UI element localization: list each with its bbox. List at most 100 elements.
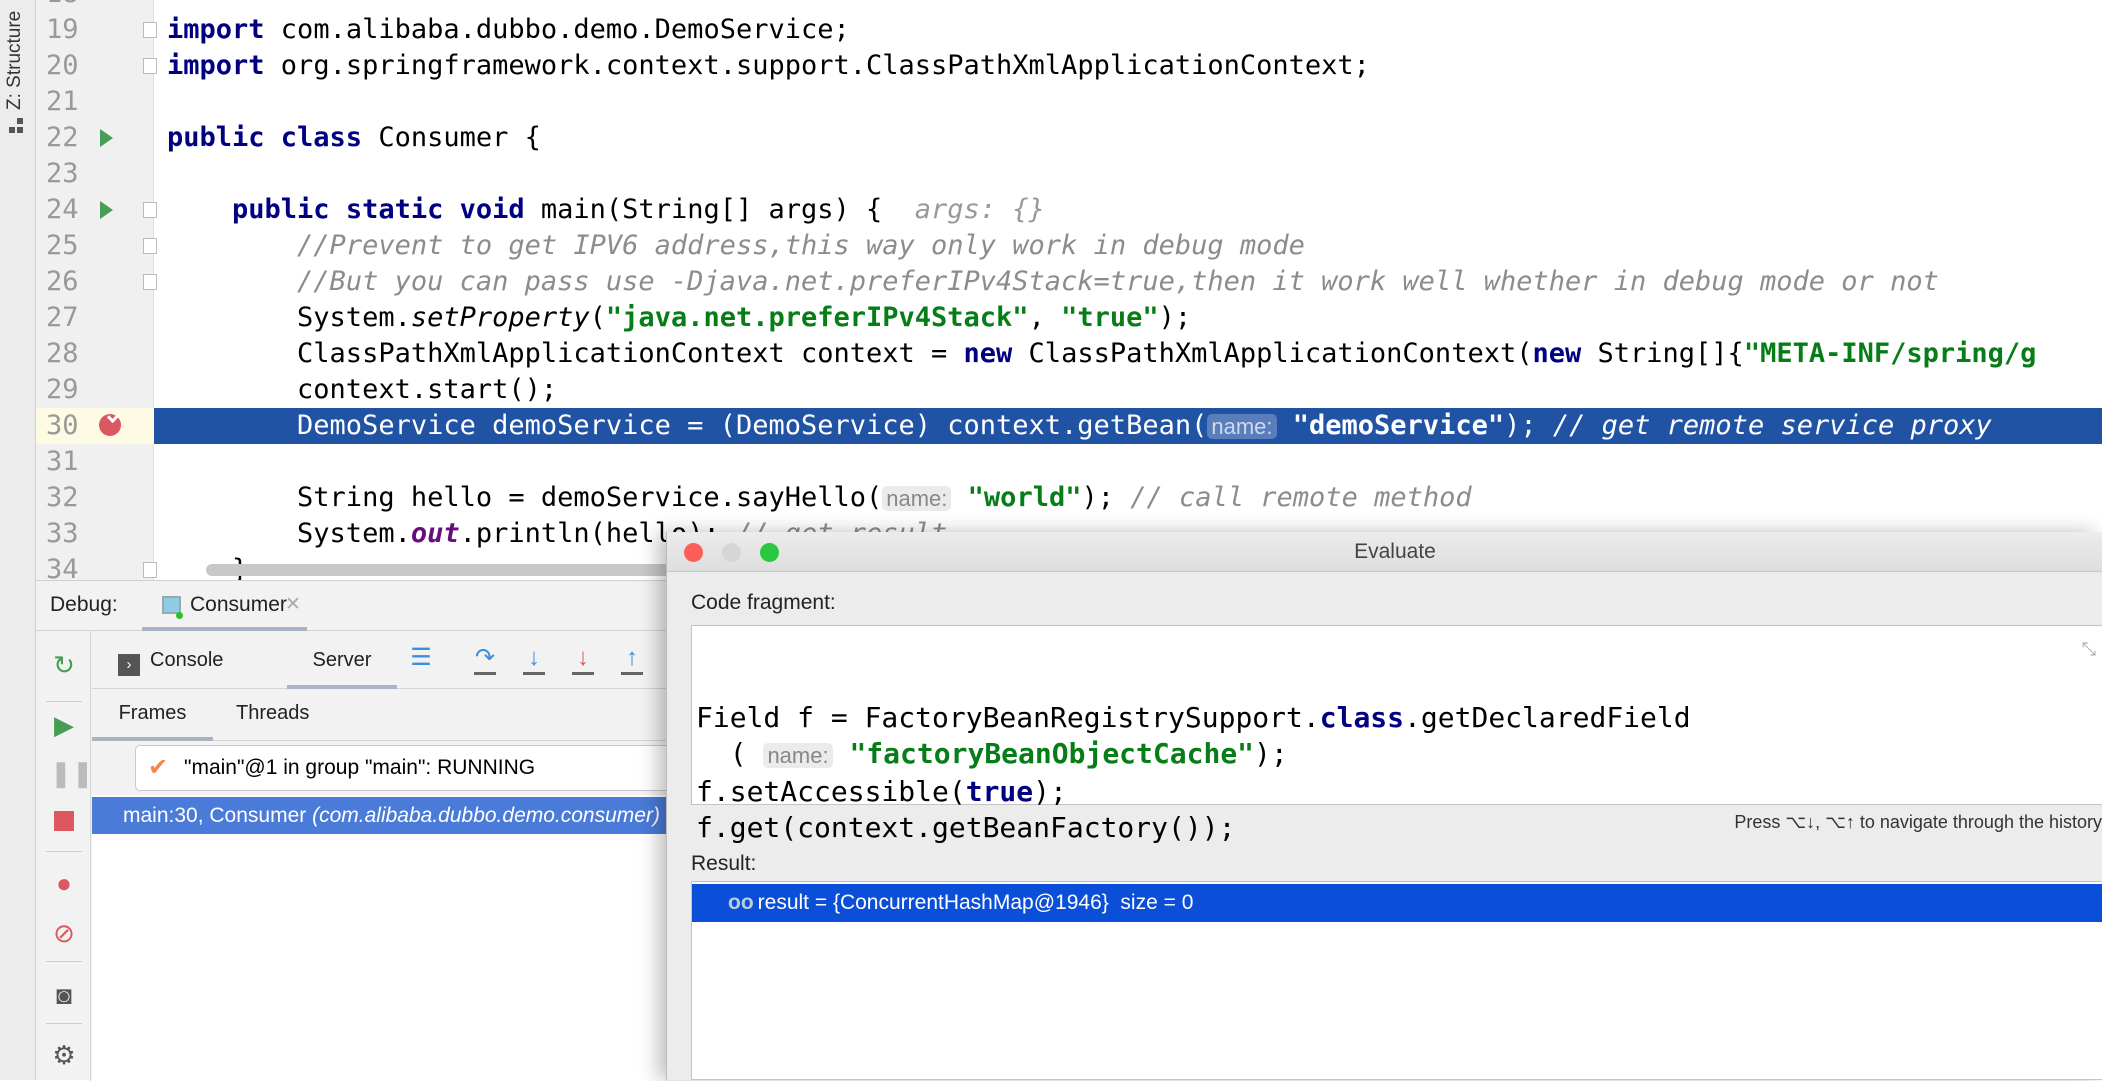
stop-icon[interactable] [50,807,78,835]
frame-package: (com.alibaba.dubbo.demo.consumer) [312,804,660,827]
structure-tool-tab[interactable]: Z: Structure [4,0,26,110]
gear-icon[interactable]: ⚙ [50,1041,78,1069]
fold-marker-icon[interactable] [143,21,157,38]
code-line[interactable]: 31 [36,444,2102,480]
line-number: 18 [46,0,96,12]
code-token: "META-INF/spring/g [1743,337,2037,369]
code-line[interactable]: 18 [36,0,2102,12]
line-number: 31 [46,445,79,477]
step-over-icon[interactable]: ↷ [472,645,498,675]
camera-icon[interactable]: ◙ [50,981,78,1009]
line-number: 22 [46,121,79,153]
line-number: 28 [46,337,79,369]
dialog-title-bar[interactable]: Evaluate [667,532,2102,572]
code-line[interactable]: 20 import org.springframework.context.sup… [36,48,2102,84]
view-breakpoints-icon[interactable]: ● [50,869,78,897]
code-line[interactable]: 23 [36,156,2102,192]
fold-marker-icon[interactable] [143,561,157,578]
breakpoint-icon[interactable] [99,413,121,436]
debug-side-toolbar: ↻ ▶ ❚❚ ● ⊘ ◙ ⚙ [36,631,94,1081]
code-token: true [965,775,1034,808]
code-token: new [1532,337,1582,369]
code-line[interactable]: 21 [36,84,2102,120]
code-token: out [410,517,460,549]
step-into-icon[interactable]: ↓ [521,645,547,675]
code-token: System. [167,517,411,549]
thread-selector-value: "main"@1 in group "main": RUNNING [184,756,536,779]
code-token: ( [696,737,764,770]
tab-frames[interactable]: Frames [92,689,213,741]
code-fragment-input[interactable]: Field f = FactoryBeanRegistrySupport.cla… [691,625,2102,844]
pause-icon[interactable]: ❚❚ [50,759,94,787]
result-label: Result: [691,852,757,875]
step-out-icon[interactable]: ↑ [619,645,645,675]
code-token: com.alibaba.dubbo.demo.DemoService; [264,13,850,45]
mute-breakpoints-icon[interactable]: ⊘ [50,919,78,947]
line-number: 27 [46,301,79,333]
dialog-title: Evaluate [1354,540,1436,563]
code-line[interactable]: 30 DemoService demoService = (DemoServic… [36,407,2102,445]
tab-consumer-session[interactable]: Consumer ✕ [142,581,307,631]
code-line[interactable]: 27 System.setProperty("java.net.preferIP… [36,300,2102,336]
code-token: // get remote service proxy [1552,409,1992,441]
thread-selector[interactable]: ✔ "main"@1 in group "main": RUNNING ▲▼ [135,745,700,791]
fold-marker-icon[interactable] [143,273,157,290]
code-text: context.start(); [167,372,557,408]
line-number: 34 [46,553,79,581]
code-editor[interactable]: 1819 import com.alibaba.dubbo.demo.DemoSe… [36,0,2102,580]
code-line[interactable]: 32 String hello = demoService.sayHello(n… [36,480,2102,516]
line-number: 30 [46,409,79,441]
code-fragment-line: ( name: "factoryBeanObjectCache"); [696,736,2102,774]
code-token: context.start(); [167,373,558,405]
run-gutter-icon[interactable] [100,128,113,147]
line-number: 24 [46,193,79,225]
code-text: ClassPathXmlApplicationContext context =… [167,336,2036,372]
resume-icon[interactable]: ▶ [50,711,78,739]
code-token: ); [1158,301,1192,333]
rerun-icon[interactable]: ↻ [50,651,78,679]
code-line[interactable]: 19 import com.alibaba.dubbo.demo.DemoServ… [36,12,2102,48]
line-number: 29 [46,373,79,405]
server-tab-label: Server [312,649,372,671]
layout-menu-icon[interactable]: ☰ [408,645,434,675]
force-step-into-icon[interactable]: ↓ [570,645,596,675]
result-row[interactable]: oo result = {ConcurrentHashMap@1946} size… [692,884,2102,922]
tab-threads[interactable]: Threads [236,689,309,741]
code-fragment-label: Code fragment: [691,591,836,614]
code-text: import com.alibaba.dubbo.demo.DemoServic… [167,12,850,48]
fold-marker-icon[interactable] [143,237,157,254]
code-token: String hello = demoService.sayHello( [167,481,883,513]
code-token: "demoService" [1292,409,1505,441]
line-number: 21 [46,85,79,117]
code-line[interactable]: 22 public class Consumer { [36,120,2102,156]
code-line[interactable]: 25 //Prevent to get IPV6 address,this wa… [36,228,2102,264]
collapse-icon[interactable]: ⤡ [2082,632,2096,668]
code-text: DemoService demoService = (DemoService) … [167,408,1992,445]
code-line[interactable]: 29 context.start(); [36,372,2102,408]
code-token: f.setAccessible( [696,775,966,808]
code-token: .getDeclaredField [1404,701,1691,734]
side-tool-strip: Z: Structure [0,0,36,1080]
horizontal-scrollbar[interactable] [206,564,726,576]
code-token: Field f = FactoryBeanRegistrySupport. [696,701,1320,734]
fold-marker-icon[interactable] [143,201,157,218]
fold-marker-icon[interactable] [143,57,157,74]
code-line[interactable]: 28 ClassPathXmlApplicationContext contex… [36,336,2102,372]
code-fragment-line: f.setAccessible(true); [696,774,2102,810]
debug-label: Debug: [50,593,118,616]
close-icon[interactable]: ✕ [285,593,301,616]
code-fragment-line: Field f = FactoryBeanRegistrySupport.cla… [696,700,2102,736]
separator [46,961,82,962]
code-line[interactable]: 26 //But you can pass use -Djava.net.pre… [36,264,2102,300]
code-token: setProperty [410,301,590,333]
line-number: 23 [46,157,79,189]
line-number: 33 [46,517,79,549]
code-line[interactable]: 24 public static void main(String[] args… [36,192,2102,228]
tab-server[interactable]: Server [287,631,397,689]
code-text: System.setProperty("java.net.preferIPv4S… [167,300,1191,336]
tab-console[interactable]: › Console [118,631,223,689]
run-gutter-icon[interactable] [100,200,113,219]
